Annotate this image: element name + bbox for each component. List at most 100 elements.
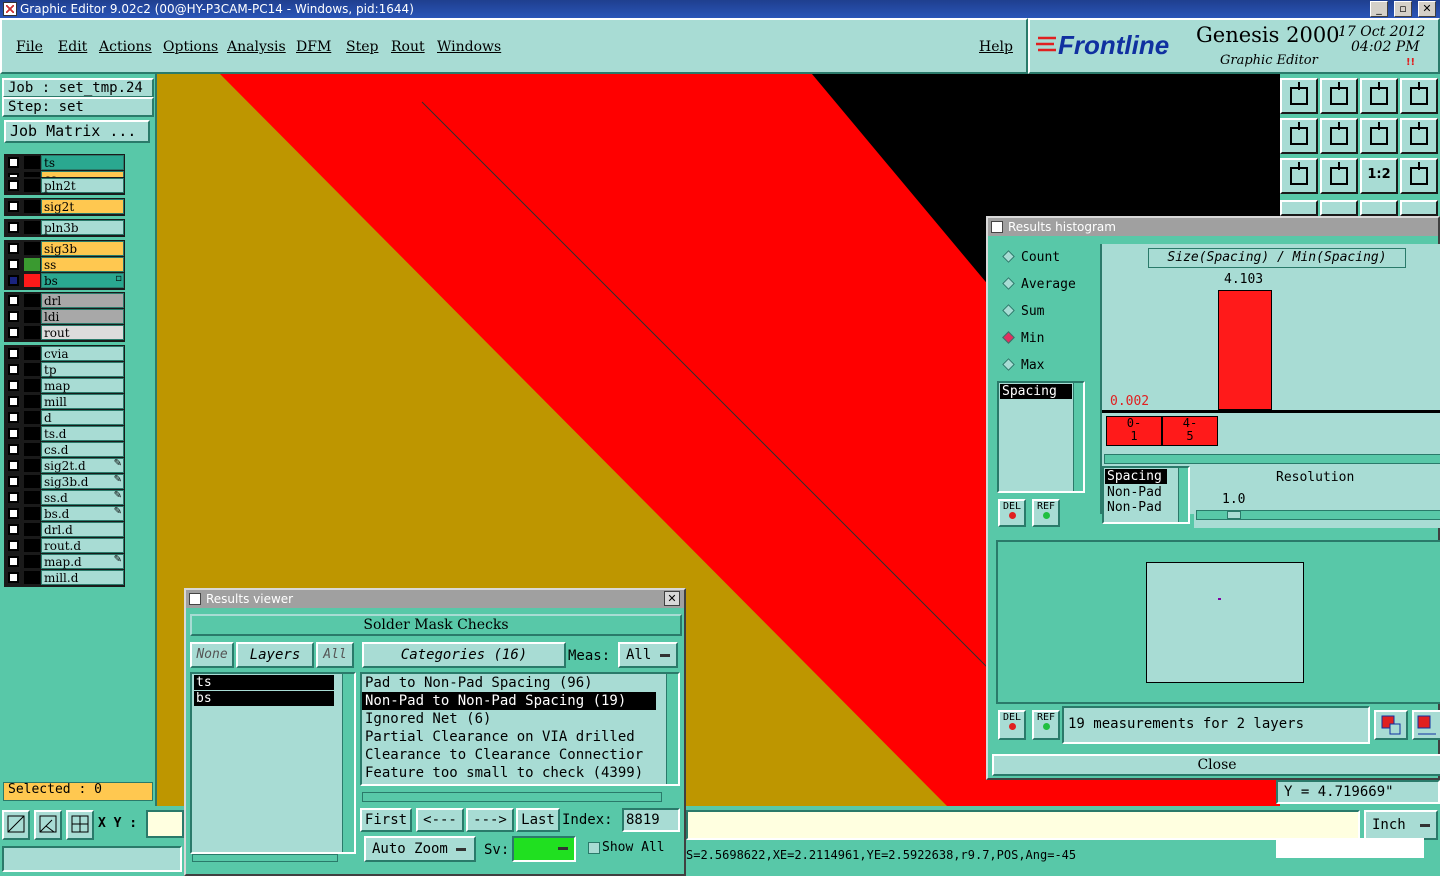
layer-name[interactable]: drl [41, 293, 124, 308]
layer-name[interactable]: bs [41, 273, 124, 288]
layer-name[interactable]: drl.d [41, 522, 124, 537]
layers-button[interactable]: Layers [236, 642, 314, 668]
layer-name[interactable]: bs.d [41, 506, 124, 521]
layer-name[interactable]: d [41, 410, 124, 425]
histogram-bin-label[interactable]: 0- 1 [1106, 416, 1162, 446]
grid-tool-icon[interactable] [66, 810, 94, 840]
layer-checkbox[interactable] [8, 460, 19, 471]
job-matrix-button[interactable]: Job Matrix ... [4, 120, 150, 143]
category-item[interactable]: Clearance to Clearance Connectior [362, 746, 678, 764]
viewer-close-button[interactable]: ✕ [664, 591, 680, 606]
categories-button[interactable]: Categories (16) [362, 642, 566, 668]
layer-name[interactable]: ss.d [41, 490, 124, 505]
category-item[interactable]: Partial Clearance on VIA drilled [362, 728, 678, 746]
none-button[interactable]: None [190, 642, 234, 668]
category-item[interactable]: Non-Pad to Non-Pad Spacing (19) [362, 692, 656, 710]
window-icon[interactable] [1400, 78, 1438, 114]
toolbar-extra-button-2[interactable] [1360, 200, 1398, 216]
mode-average-radio[interactable]: Average [1002, 277, 1076, 292]
layer-row-sig3b-d[interactable]: sig3b.d ✎ [6, 474, 124, 489]
layer-color-swatch[interactable] [24, 475, 40, 488]
index-input[interactable]: 8819 [622, 808, 680, 832]
category-item[interactable]: Feature too small to check (4399) [362, 764, 678, 782]
layer-checkbox[interactable] [8, 311, 19, 322]
auto-zoom-dropdown[interactable]: Auto Zoom [364, 836, 476, 862]
layer-name[interactable]: sig2t.d [41, 458, 124, 473]
layer-name[interactable]: map.d [41, 554, 124, 569]
layer-color-swatch[interactable] [24, 200, 40, 213]
layer-checkbox[interactable] [8, 524, 19, 535]
menu-help[interactable]: Help [979, 39, 1013, 55]
help-icon[interactable] [1400, 158, 1438, 194]
first-button[interactable]: First [360, 808, 412, 832]
layer-name[interactable]: sig3b [41, 241, 124, 256]
layer-color-swatch[interactable] [24, 326, 40, 339]
layer-color-swatch[interactable] [24, 221, 40, 234]
layer-row-pln2t[interactable]: pln2t [6, 178, 124, 193]
del-button-top[interactable]: DEL [998, 499, 1026, 527]
layer-row-drl-d[interactable]: drl.d [6, 522, 124, 537]
layer-checkbox[interactable] [8, 428, 19, 439]
layer-name[interactable]: ts.d [41, 426, 124, 441]
layer-checkbox[interactable] [8, 492, 19, 503]
histogram-bar[interactable] [1218, 290, 1272, 410]
layer-color-swatch[interactable] [24, 507, 40, 520]
all-layers-button[interactable]: All [316, 642, 354, 668]
fit-icon[interactable] [1280, 158, 1318, 194]
layer-checkbox[interactable] [8, 348, 19, 359]
layer-color-swatch[interactable] [24, 242, 40, 255]
export-report-icon[interactable] [1374, 710, 1408, 740]
layer-color-swatch[interactable] [24, 443, 40, 456]
show-all-checkbox[interactable] [588, 842, 600, 854]
layer-row-ldi[interactable]: ldi [6, 309, 124, 324]
layer-row-bs[interactable]: bs ▫ [6, 273, 124, 288]
layer-name[interactable]: tp [41, 362, 124, 377]
graph-report-icon[interactable] [1412, 710, 1440, 740]
attribute-list[interactable]: Spacing [997, 381, 1085, 493]
minimize-button[interactable]: _ [1370, 1, 1388, 17]
layer-checkbox[interactable] [8, 222, 19, 233]
layer-checkbox[interactable] [8, 412, 19, 423]
layer-color-swatch[interactable] [24, 459, 40, 472]
mode-max-radio[interactable]: Max [1002, 358, 1044, 373]
layer-row-sig2t[interactable]: sig2t [6, 199, 124, 214]
result-layer-bs[interactable]: bs [194, 691, 334, 706]
layer-row-rout-d[interactable]: rout.d [6, 538, 124, 553]
layer-checkbox[interactable] [8, 275, 19, 286]
layer-checkbox[interactable] [8, 180, 19, 191]
layer-checkbox[interactable] [8, 201, 19, 212]
layer-row-mill-d[interactable]: mill.d [6, 570, 124, 585]
undo-zoom-icon[interactable] [1360, 118, 1398, 154]
layer-name[interactable]: mill [41, 394, 124, 409]
preview-thumbnail[interactable] [1146, 562, 1304, 683]
menu-actions[interactable]: Actions [99, 39, 152, 55]
layer-row-tp[interactable]: tp [6, 362, 124, 377]
layer-color-swatch[interactable] [24, 571, 40, 584]
menu-windows[interactable]: Windows [437, 39, 501, 55]
sv-color-dropdown[interactable] [512, 836, 576, 862]
layer-checkbox[interactable] [8, 444, 19, 455]
layer-row-bs-d[interactable]: bs.d ✎ [6, 506, 124, 521]
layer-row-rout[interactable]: rout [6, 325, 124, 340]
layer-checkbox[interactable] [8, 157, 19, 168]
last-button[interactable]: Last [516, 808, 560, 832]
toolbar-extra-button-1[interactable] [1320, 200, 1358, 216]
layer-color-swatch[interactable] [24, 395, 40, 408]
layer-list-scrollbar[interactable] [342, 674, 354, 852]
menu-dfm[interactable]: DFM [296, 39, 331, 55]
layer-checkbox[interactable] [8, 295, 19, 306]
layer-row-ss[interactable]: ss [6, 257, 124, 272]
pan-left-icon[interactable] [1280, 118, 1318, 154]
layer-checkbox[interactable] [8, 364, 19, 375]
sort-item-nonpad-2[interactable]: Non-Pad [1104, 500, 1188, 515]
sort-item-spacing[interactable]: Spacing [1105, 469, 1167, 484]
layer-row-ss-d[interactable]: ss.d ✎ [6, 490, 124, 505]
layer-checkbox[interactable] [8, 572, 19, 583]
layer-checkbox[interactable] [8, 396, 19, 407]
next-button[interactable]: ---> [466, 808, 514, 832]
attribute-item-spacing[interactable]: Spacing [1000, 384, 1072, 399]
layer-checkbox[interactable] [8, 259, 19, 270]
home-icon[interactable] [1360, 78, 1398, 114]
result-layer-ts[interactable]: ts [194, 675, 334, 690]
layer-color-swatch[interactable] [24, 347, 40, 360]
